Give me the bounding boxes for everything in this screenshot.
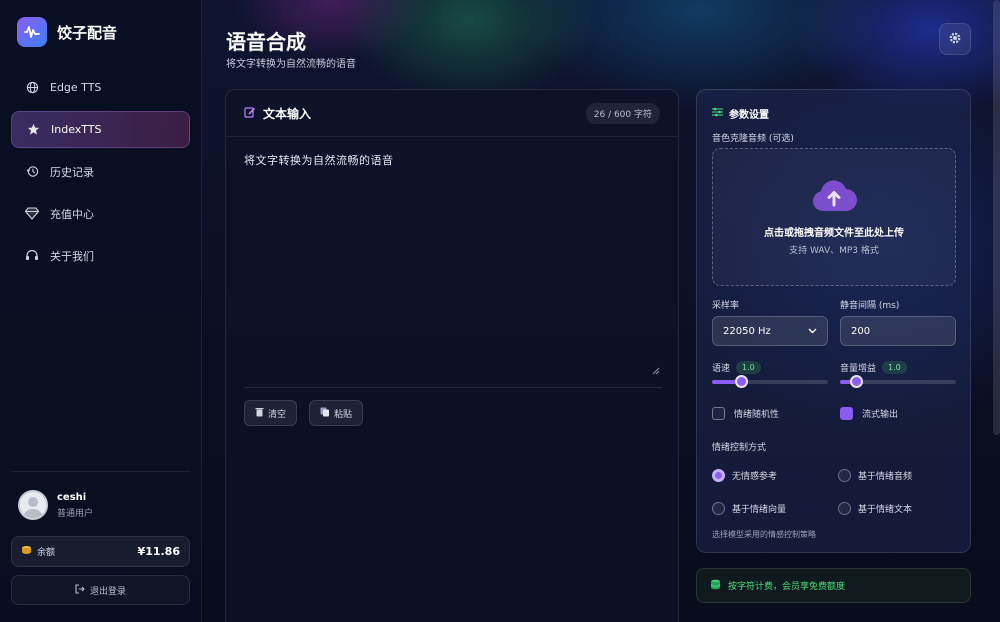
logout-label: 退出登录 <box>89 586 126 597</box>
text-panel-header: 文本输入 26 / 600 字符 <box>226 90 678 137</box>
text-panel-title: 文本输入 <box>263 106 312 121</box>
sample-rate-label: 采样率 <box>712 301 740 311</box>
sidebar-item-edge-tts[interactable]: Edge TTS <box>11 69 190 106</box>
user-name: ceshi <box>57 491 87 503</box>
headset-icon <box>25 249 39 263</box>
stream-output-label: 流式输出 <box>862 410 899 420</box>
brand[interactable]: 饺子配音 <box>17 17 117 47</box>
logout-button[interactable]: 退出登录 <box>11 575 190 605</box>
sidebar-item-recharge[interactable]: 充值中心 <box>11 195 190 232</box>
chevron-down-icon <box>808 326 817 337</box>
text-panel-divider <box>244 387 662 388</box>
page-subtitle: 将文字转换为自然流畅的语音 <box>226 59 356 70</box>
sidebar-item-label: Edge TTS <box>50 81 102 94</box>
upload-hint: 支持 WAV、MP3 格式 <box>789 246 879 256</box>
params-panel: 参数设置 音色克隆音频 (可选) 点击或拖拽音频文件至此处上传 支持 WAV、M… <box>696 89 971 553</box>
sidebar-nav: Edge TTS IndexTTS 历史记录 充值中心 关于我们 <box>11 69 190 279</box>
speed-label: 语速 <box>712 364 731 374</box>
text-input[interactable]: 将文字转换为自然流畅的语音 <box>244 152 662 374</box>
sidebar: 饺子配音 Edge TTS IndexTTS 历史记录 充值中心 关于我们 ce… <box>0 0 202 622</box>
text-input-panel: 文本输入 26 / 600 字符 将文字转换为自然流畅的语音 清空 粘贴 <box>225 89 679 622</box>
radio-dot <box>838 469 851 482</box>
settings-button[interactable] <box>939 23 971 55</box>
sample-rate-select[interactable]: 22050 Hz <box>712 316 828 346</box>
audio-upload-dropzone[interactable]: 点击或拖拽音频文件至此处上传 支持 WAV、MP3 格式 <box>712 148 956 286</box>
cloud-upload-icon <box>812 180 857 211</box>
upload-text: 点击或拖拽音频文件至此处上传 <box>764 228 904 239</box>
clear-button[interactable]: 清空 <box>244 400 298 426</box>
sidebar-item-history[interactable]: 历史记录 <box>11 153 190 190</box>
emotion-random-box <box>712 407 725 420</box>
radio-label: 基于情绪文本 <box>858 505 913 515</box>
history-icon <box>25 165 39 179</box>
sidebar-item-label: 充值中心 <box>50 207 94 221</box>
radio-label: 无情感参考 <box>732 472 778 482</box>
user-role: 普通用户 <box>57 508 94 519</box>
char-count-badge: 26 / 600 字符 <box>585 102 660 124</box>
radio-dot <box>712 469 725 482</box>
clear-label: 清空 <box>268 409 287 420</box>
logout-icon <box>75 583 85 597</box>
radio-dot <box>838 502 851 515</box>
resize-handle-icon[interactable] <box>650 365 660 375</box>
user-profile[interactable]: ceshi 普通用户 <box>18 490 93 520</box>
radio-emotion-text[interactable]: 基于情绪文本 <box>838 502 912 515</box>
balance-value: ¥11.86 <box>137 545 180 558</box>
sidebar-item-label: IndexTTS <box>51 123 102 136</box>
balance-card: 余额 ¥11.86 <box>11 536 190 567</box>
radio-label: 基于情绪音频 <box>858 472 913 482</box>
emotion-random-label: 情绪随机性 <box>734 410 780 420</box>
sidebar-item-label: 关于我们 <box>50 249 94 263</box>
stream-output-checkbox[interactable]: 流式输出 <box>840 407 898 420</box>
params-title: 参数设置 <box>712 106 769 121</box>
gain-label: 音量增益 <box>840 364 877 374</box>
paste-button[interactable]: 粘贴 <box>309 400 364 426</box>
sliders-icon <box>712 107 723 120</box>
gain-slider-thumb[interactable] <box>850 375 864 388</box>
paste-label: 粘贴 <box>334 409 353 420</box>
radio-no-emotion[interactable]: 无情感参考 <box>712 469 777 482</box>
radio-dot <box>712 502 725 515</box>
speed-slider[interactable] <box>712 375 828 388</box>
radio-emotion-vector[interactable]: 基于情绪向量 <box>712 502 786 515</box>
page-title: 语音合成 <box>226 30 306 54</box>
silence-interval-input[interactable]: 200 <box>840 316 956 346</box>
stream-output-box <box>840 407 853 420</box>
sample-rate-value: 22050 Hz <box>723 325 771 337</box>
edit-icon <box>244 106 256 121</box>
avatar <box>18 490 48 520</box>
diamond-icon <box>25 207 39 221</box>
sidebar-item-about[interactable]: 关于我们 <box>11 237 190 274</box>
balance-label: 余额 <box>37 548 56 558</box>
speed-label-row: 语速 1.0 <box>712 361 761 374</box>
billing-text: 按字符计费，会员享免费额度 <box>728 582 846 592</box>
globe-icon <box>25 81 39 95</box>
params-title-text: 参数设置 <box>729 110 769 121</box>
gain-value-badge: 1.0 <box>882 361 907 374</box>
waveform-logo-icon <box>17 17 47 47</box>
coins-icon <box>710 579 721 593</box>
speed-value-badge: 1.0 <box>736 361 761 374</box>
gear-icon <box>948 30 962 49</box>
paste-icon <box>320 407 330 420</box>
clone-audio-label: 音色克隆音频 (可选) <box>712 134 794 144</box>
emotion-hint: 选择模型采用的情感控制策略 <box>712 530 816 539</box>
radio-emotion-audio[interactable]: 基于情绪音频 <box>838 469 912 482</box>
silence-interval-label: 静音间隔 (ms) <box>840 301 900 311</box>
gain-slider[interactable] <box>840 375 956 388</box>
trash-icon <box>255 407 264 420</box>
speed-slider-thumb[interactable] <box>735 375 748 388</box>
page-scrollbar[interactable] <box>993 0 1000 435</box>
sidebar-divider <box>11 471 190 472</box>
gain-label-row: 音量增益 1.0 <box>840 361 907 374</box>
emotion-mode-label: 情绪控制方式 <box>712 443 767 453</box>
sidebar-item-indextts[interactable]: IndexTTS <box>11 111 190 148</box>
coins-icon <box>21 545 32 558</box>
emotion-random-checkbox[interactable]: 情绪随机性 <box>712 407 779 420</box>
radio-label: 基于情绪向量 <box>732 505 787 515</box>
sidebar-item-label: 历史记录 <box>50 165 94 179</box>
billing-note: 按字符计费，会员享免费额度 <box>696 568 971 603</box>
app-name: 饺子配音 <box>57 23 118 42</box>
star-icon <box>26 123 40 137</box>
